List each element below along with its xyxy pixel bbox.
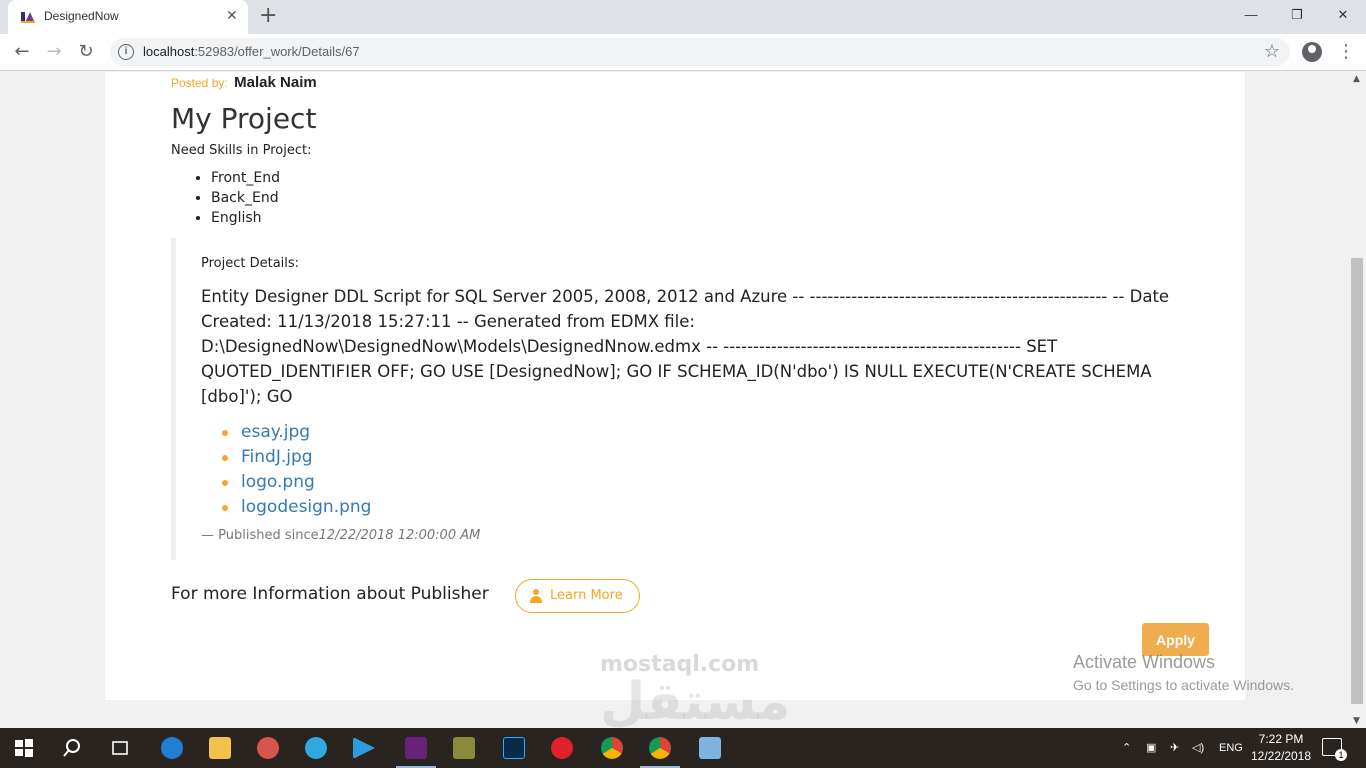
- volume-icon[interactable]: ◁): [1192, 728, 1204, 768]
- tools-icon: [453, 737, 475, 759]
- attachment-link[interactable]: FindJ.jpg: [241, 447, 313, 467]
- visual-studio-icon: [405, 737, 427, 759]
- posted-by: Posted by: Malak Naim: [171, 74, 317, 92]
- published-date: 12/22/2018 12:00:00 AM: [318, 528, 481, 543]
- publisher-name: Malak Naim: [234, 74, 317, 91]
- activate-title: Activate Windows: [1073, 652, 1216, 672]
- chrome-menu-icon[interactable]: ⋮: [1337, 40, 1355, 64]
- new-tab-button[interactable]: +: [259, 4, 277, 28]
- photoshop-icon: [503, 737, 525, 759]
- clock-date: 12/22/2018: [1250, 749, 1312, 763]
- airplane-icon[interactable]: ✈: [1170, 728, 1179, 768]
- film-icon: [305, 737, 327, 759]
- taskbar-opera[interactable]: [538, 728, 586, 768]
- task-view-button[interactable]: [96, 728, 144, 768]
- taskbar-chrome-active[interactable]: [636, 728, 684, 768]
- back-button[interactable]: ←: [10, 40, 34, 64]
- opera-icon: [551, 737, 573, 759]
- posted-by-label: Posted by:: [171, 76, 228, 90]
- attachment-list: esay.jpg FindJ.jpg logo.png logodesign.p…: [201, 420, 371, 520]
- attachment-item: logo.png: [201, 470, 371, 495]
- edge-icon: [161, 737, 183, 759]
- project-card: Posted by: Malak Naim My Project Need Sk…: [105, 72, 1245, 700]
- taskbar-edge[interactable]: [148, 728, 196, 768]
- restore-button[interactable]: ❐: [1274, 4, 1320, 28]
- reload-button[interactable]: ↻: [74, 40, 98, 64]
- skills-list: Front_End Back_End English: [211, 168, 280, 228]
- taskbar-paint[interactable]: [244, 728, 292, 768]
- attachment-item: esay.jpg: [201, 420, 371, 445]
- published-info: — Published since12/22/2018 12:00:00 AM: [201, 528, 481, 543]
- profile-avatar-icon[interactable]: [1302, 42, 1322, 62]
- scroll-up-icon[interactable]: ▲: [1353, 74, 1360, 84]
- taskbar-player[interactable]: [340, 728, 388, 768]
- search-icon: [63, 739, 80, 757]
- tab-close-icon[interactable]: ✕: [226, 8, 238, 24]
- taskbar-app[interactable]: [686, 728, 734, 768]
- app-icon: [699, 737, 721, 759]
- forward-button[interactable]: →: [42, 40, 66, 64]
- clock-time: 7:22 PM: [1258, 732, 1304, 746]
- page-viewport: Posted by: Malak Naim My Project Need Sk…: [0, 72, 1349, 728]
- project-details-block: Project Details: Entity Designer DDL Scr…: [171, 238, 1171, 560]
- scroll-down-icon[interactable]: ▼: [1353, 716, 1360, 726]
- bookmark-star-icon[interactable]: ☆: [1264, 41, 1280, 62]
- skill-item: English: [211, 208, 280, 228]
- tab-title: DesignedNow: [44, 9, 119, 23]
- watermark-url: mostaql.com: [600, 652, 760, 677]
- more-info-text: For more Information about Publisher: [171, 584, 489, 604]
- learn-more-button[interactable]: Learn More: [515, 579, 640, 613]
- tray-chevron-icon[interactable]: ⌃: [1122, 728, 1131, 768]
- taskbar-tool[interactable]: [440, 728, 488, 768]
- address-bar[interactable]: i localhost:52983/offer_work/Details/67 …: [110, 38, 1290, 66]
- attachment-item: FindJ.jpg: [201, 445, 371, 470]
- details-text: Entity Designer DDL Script for SQL Serve…: [201, 287, 1170, 406]
- skill-item: Front_End: [211, 168, 280, 188]
- taskbar-media[interactable]: [292, 728, 340, 768]
- skills-label: Need Skills in Project:: [171, 143, 312, 158]
- paint-icon: [257, 737, 279, 759]
- user-icon: [529, 589, 543, 603]
- play-icon: [353, 737, 375, 759]
- windows-logo-icon: [15, 739, 33, 757]
- site-favicon-icon: [21, 12, 35, 23]
- browser-tab[interactable]: DesignedNow ✕: [8, 0, 248, 34]
- page-scrollbar[interactable]: ▲ ▼: [1349, 72, 1366, 728]
- watermark-logo: مستقل: [600, 672, 791, 728]
- tab-strip: DesignedNow ✕ + — ❐ ✕: [0, 0, 1366, 34]
- network-icon[interactable]: ▣: [1146, 728, 1156, 768]
- taskbar-photoshop[interactable]: [490, 728, 538, 768]
- windows-taskbar: mostaql.com ⌃ ▣ ✈ ◁) ENG 7:22 PM 12/22/2…: [0, 652, 1366, 768]
- attachment-link[interactable]: logo.png: [241, 472, 315, 492]
- activate-subtitle: Go to Settings to activate Windows.: [1073, 677, 1294, 693]
- close-window-button[interactable]: ✕: [1320, 4, 1366, 28]
- notification-count: 1: [1335, 749, 1347, 761]
- folder-icon: [209, 737, 231, 759]
- language-indicator[interactable]: ENG: [1219, 728, 1243, 768]
- notification-center-icon[interactable]: 1: [1322, 738, 1347, 761]
- attachment-link[interactable]: logodesign.png: [241, 497, 371, 517]
- task-view-icon: [112, 741, 128, 755]
- minimize-button[interactable]: —: [1228, 4, 1274, 28]
- scroll-thumb[interactable]: [1351, 258, 1363, 704]
- chrome-icon: [649, 737, 671, 759]
- published-label: Published since: [218, 528, 319, 543]
- search-button[interactable]: [48, 728, 96, 768]
- taskbar-explorer[interactable]: [196, 728, 244, 768]
- page-title: My Project: [171, 102, 317, 135]
- details-label: Project Details:: [201, 256, 300, 271]
- attachment-item: logodesign.png: [201, 495, 371, 520]
- attachment-link[interactable]: esay.jpg: [241, 422, 310, 442]
- taskbar-clock[interactable]: 7:22 PM 12/22/2018: [1246, 731, 1316, 765]
- skill-item: Back_End: [211, 188, 280, 208]
- taskbar-chrome[interactable]: [588, 728, 636, 768]
- url-text[interactable]: localhost:52983/offer_work/Details/67: [143, 44, 360, 59]
- info-icon[interactable]: i: [118, 44, 134, 60]
- browser-toolbar: ← → ↻ i localhost:52983/offer_work/Detai…: [0, 34, 1366, 71]
- learn-more-label: Learn More: [550, 588, 623, 603]
- chrome-icon: [601, 737, 623, 759]
- taskbar-visual-studio[interactable]: [392, 728, 440, 768]
- activate-windows-notice: Activate Windows Go to Settings to activ…: [1073, 652, 1294, 693]
- start-button[interactable]: [0, 728, 48, 768]
